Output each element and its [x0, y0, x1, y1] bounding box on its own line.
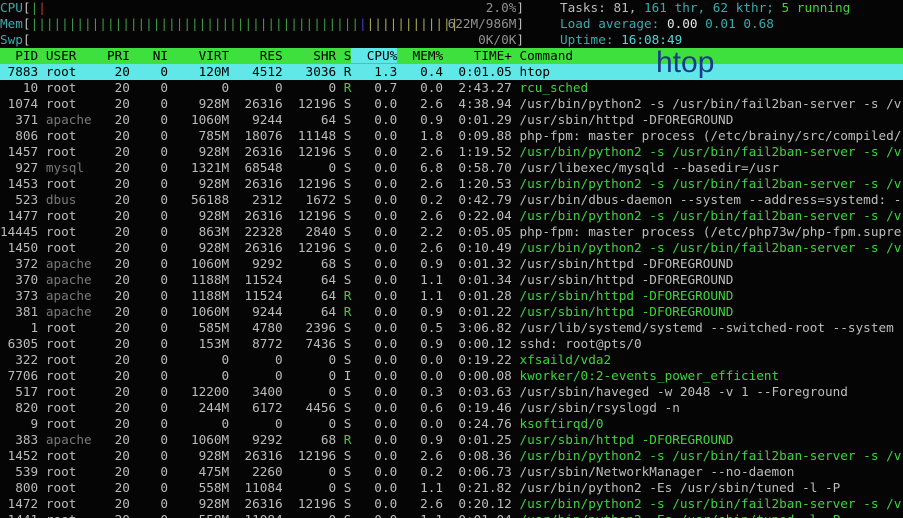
header-meters: CPU[||2.0%]Mem[|||||||||||||||||||||||||…	[0, 0, 524, 48]
column-header-cpu[interactable]: CPU%	[351, 48, 397, 63]
column-header-virt[interactable]: VIRT	[168, 48, 229, 63]
process-row[interactable]: 517 root 20 0 12200 3400 0 S 0.0 0.3 0:0…	[0, 384, 903, 400]
swap-meter: Swp[0K/0K]	[0, 32, 524, 48]
htop-watermark-label: htop	[656, 47, 714, 79]
cpu-meter-bar: ||2.0%	[31, 0, 517, 16]
process-row[interactable]: 6305 root 20 0 153M 8772 7436 S 0.0 0.9 …	[0, 336, 903, 352]
process-row[interactable]: 10 root 20 0 0 0 0 R 0.7 0.0 2:43.27 rcu…	[0, 80, 903, 96]
header-stats: Tasks: 81, 161 thr, 62 kthr; 5 runningLo…	[560, 0, 850, 48]
process-row[interactable]: 523 dbus 20 0 56188 2312 1672 S 0.0 0.2 …	[0, 192, 903, 208]
column-header-time[interactable]: TIME+	[443, 48, 512, 63]
process-row[interactable]: 7706 root 20 0 0 0 0 I 0.0 0.0 0:00.08 k…	[0, 368, 903, 384]
process-row[interactable]: 372 apache 20 0 1060M 9292 68 S 0.0 0.9 …	[0, 256, 903, 272]
cpu-meter-value: 2.0%	[486, 0, 517, 16]
column-header-state[interactable]: S	[336, 48, 351, 63]
mem-meter: Mem[||||||||||||||||||||||||||||||||||||…	[0, 16, 524, 32]
column-header-ni[interactable]: NI	[130, 48, 168, 63]
process-row[interactable]: 14445 root 20 0 863M 22328 2840 S 0.0 2.…	[0, 224, 903, 240]
column-header-command[interactable]: Command	[512, 48, 573, 63]
process-row[interactable]: 806 root 20 0 785M 18076 11148 S 0.0 1.8…	[0, 128, 903, 144]
process-row[interactable]: 1 root 20 0 585M 4780 2396 S 0.0 0.5 3:0…	[0, 320, 903, 336]
process-row[interactable]: 1472 root 20 0 928M 26316 12196 S 0.0 2.…	[0, 496, 903, 512]
process-table-rows: 7883 root 20 0 120M 4512 3036 R 1.3 0.4 …	[0, 64, 903, 518]
process-row[interactable]: 370 apache 20 0 1188M 11524 64 S 0.0 1.1…	[0, 272, 903, 288]
column-header-shr[interactable]: SHR	[283, 48, 336, 63]
process-row[interactable]: 1452 root 20 0 928M 26316 12196 S 0.0 2.…	[0, 448, 903, 464]
swap-meter-value: 0K/0K	[478, 32, 516, 48]
process-row[interactable]: 1074 root 20 0 928M 26316 12196 S 0.0 2.…	[0, 96, 903, 112]
process-row[interactable]: 1477 root 20 0 928M 26316 12196 S 0.0 2.…	[0, 208, 903, 224]
process-row[interactable]: 800 root 20 0 558M 11084 0 S 0.0 1.1 0:2…	[0, 480, 903, 496]
process-row[interactable]: 381 apache 20 0 1060M 9244 64 R 0.0 0.9 …	[0, 304, 903, 320]
column-header-mem[interactable]: MEM%	[397, 48, 443, 63]
process-row[interactable]: 1441 root 20 0 558M 11084 0 S 0.0 1.1 0:…	[0, 512, 903, 518]
mem-meter-bar: ||||||||||||||||||||||||||||||||||||||||…	[31, 16, 517, 32]
process-row[interactable]: 9 root 20 0 0 0 0 S 0.0 0.0 0:24.76 ksof…	[0, 416, 903, 432]
process-row[interactable]: 7883 root 20 0 120M 4512 3036 R 1.3 0.4 …	[0, 64, 903, 80]
process-row[interactable]: 820 root 20 0 244M 6172 4456 S 0.0 0.6 0…	[0, 400, 903, 416]
mem-meter-value: 622M/986M	[448, 16, 517, 32]
process-row[interactable]: 927 mysql 20 0 1321M 68548 0 S 0.0 6.8 0…	[0, 160, 903, 176]
load-average: Load average: 0.00 0.01 0.68	[560, 16, 850, 32]
htop-terminal: CPU[||2.0%]Mem[|||||||||||||||||||||||||…	[0, 0, 903, 518]
process-row[interactable]: 1450 root 20 0 928M 26316 12196 S 0.0 2.…	[0, 240, 903, 256]
process-row[interactable]: 1453 root 20 0 928M 26316 12196 S 0.0 2.…	[0, 176, 903, 192]
process-row[interactable]: 322 root 20 0 0 0 0 S 0.0 0.0 0:19.22 xf…	[0, 352, 903, 368]
cpu-meter: CPU[||2.0%]	[0, 0, 524, 16]
tasks-summary: Tasks: 81, 161 thr, 62 kthr; 5 running	[560, 0, 850, 16]
process-row[interactable]: 1457 root 20 0 928M 26316 12196 S 0.0 2.…	[0, 144, 903, 160]
process-table-header: PID USER PRI NI VIRT RES SHR S CPU% MEM%…	[0, 48, 903, 64]
column-header-pri[interactable]: PRI	[99, 48, 130, 63]
column-header-pid[interactable]: PID	[0, 48, 38, 63]
process-row[interactable]: 373 apache 20 0 1188M 11524 64 R 0.0 1.1…	[0, 288, 903, 304]
process-row[interactable]: 371 apache 20 0 1060M 9244 64 S 0.0 0.9 …	[0, 112, 903, 128]
swap-meter-bar: 0K/0K	[31, 32, 517, 48]
process-row[interactable]: 539 root 20 0 475M 2260 0 S 0.0 0.2 0:06…	[0, 464, 903, 480]
column-header-user[interactable]: USER	[38, 48, 99, 63]
process-row[interactable]: 383 apache 20 0 1060M 9292 68 R 0.0 0.9 …	[0, 432, 903, 448]
column-header-res[interactable]: RES	[229, 48, 282, 63]
